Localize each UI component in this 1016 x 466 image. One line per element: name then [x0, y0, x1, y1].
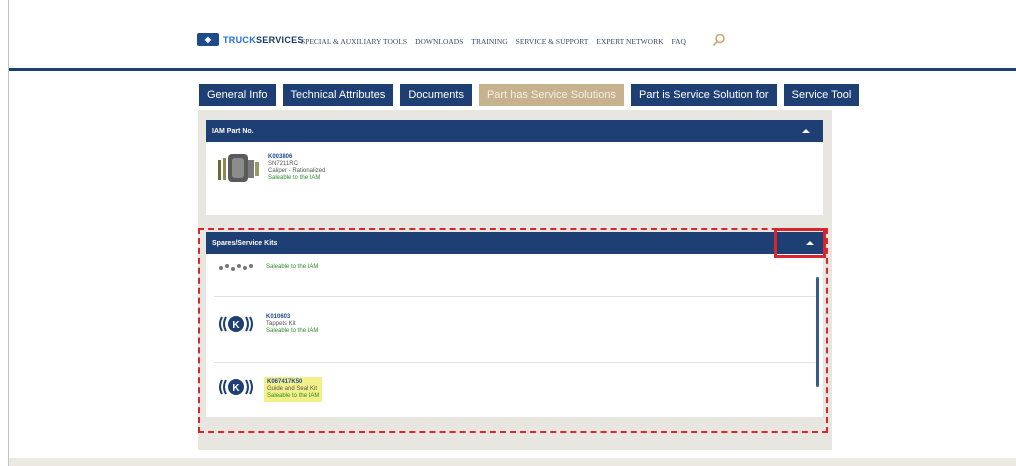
iam-section-title: IAM Part No. [212, 127, 254, 135]
chevron-up-icon[interactable] [801, 127, 811, 135]
tab-general-info[interactable]: General Info [199, 84, 276, 106]
nav-training[interactable]: TRAINING [471, 37, 507, 46]
top-navigation [9, 0, 1016, 68]
nav-service-support[interactable]: SERVICE & SUPPORT [516, 37, 589, 46]
tab-part-has-service-solutions[interactable]: Part has Service Solutions [478, 84, 624, 106]
main-nav: SPECIAL & AUXILIARY TOOLS DOWNLOADS TRAI… [301, 37, 686, 46]
truckservices-logo[interactable]: ◈ TRUCKSERVICES [197, 33, 304, 46]
part-number[interactable]: K003806 [268, 154, 325, 161]
highlight-dashed-frame [198, 228, 828, 433]
logo-text-truck: TRUCK [223, 34, 256, 45]
collapse-highlight-box [774, 228, 826, 258]
logo-icon: ◈ [197, 33, 219, 46]
nav-faq[interactable]: FAQ [672, 37, 686, 46]
header-divider [9, 68, 1016, 71]
iam-part-item[interactable]: K003806 SN7211RC Caliper - Rationalized … [206, 152, 823, 188]
nav-expert-network[interactable]: EXPERT NETWORK [596, 37, 663, 46]
part-tabs: General Info Technical Attributes Docume… [199, 84, 860, 106]
saleable-status: Saleable to the IAM [268, 175, 321, 181]
search-icon[interactable] [712, 33, 726, 47]
footer-band [9, 458, 1016, 466]
part-description: Caliper - Rationalized [268, 168, 326, 174]
tab-documents[interactable]: Documents [400, 84, 472, 106]
part-reference: SN7211RC [268, 161, 298, 167]
caliper-image [218, 154, 259, 182]
iam-section-header[interactable]: IAM Part No. [206, 120, 823, 142]
nav-downloads[interactable]: DOWNLOADS [415, 37, 463, 46]
tab-service-tool[interactable]: Service Tool [783, 84, 860, 106]
nav-special-tools[interactable]: SPECIAL & AUXILIARY TOOLS [301, 37, 407, 46]
iam-part-section: IAM Part No. K003806 SN7211RC Caliper - … [206, 120, 823, 215]
logo-text-services: SERVICES [256, 34, 304, 45]
tab-part-is-service-solution-for[interactable]: Part is Service Solution for [630, 84, 777, 106]
tab-technical-attributes[interactable]: Technical Attributes [282, 84, 394, 106]
